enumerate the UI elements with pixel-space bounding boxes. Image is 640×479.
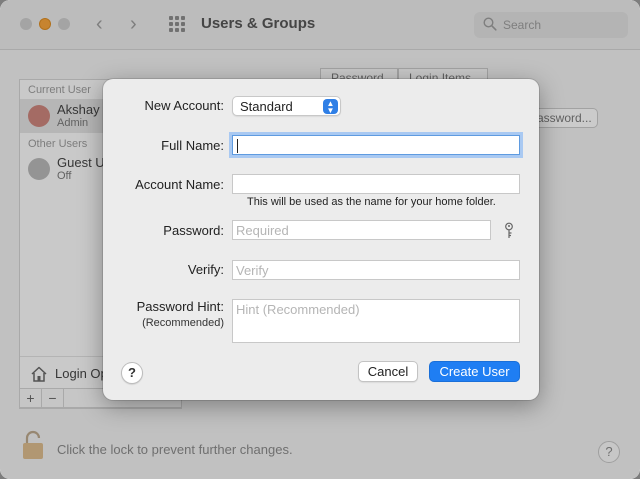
text-caret bbox=[237, 139, 238, 153]
password-placeholder: Required bbox=[236, 223, 289, 238]
verify-field[interactable]: Verify bbox=[232, 260, 520, 280]
verify-placeholder: Verify bbox=[236, 263, 269, 278]
hint-placeholder: Hint (Recommended) bbox=[236, 302, 360, 317]
help-button[interactable]: ? bbox=[121, 362, 143, 384]
up-down-chevron-icon: ▲ ▼ bbox=[323, 99, 338, 115]
full-name-label: Full Name: bbox=[161, 138, 224, 153]
new-account-label: New Account: bbox=[144, 98, 225, 113]
account-type-value: Standard bbox=[240, 99, 293, 114]
account-name-label: Account Name: bbox=[135, 177, 224, 192]
key-icon[interactable] bbox=[503, 222, 515, 240]
cancel-button[interactable]: Cancel bbox=[358, 361, 418, 382]
create-user-button[interactable]: Create User bbox=[429, 361, 520, 382]
hint-label: Password Hint: bbox=[136, 299, 224, 314]
password-field[interactable]: Required bbox=[232, 220, 491, 240]
hint-sublabel: (Recommended) bbox=[142, 317, 224, 329]
account-name-note: This will be used as the name for your h… bbox=[247, 196, 496, 208]
account-type-popup[interactable]: Standard ▲ ▼ bbox=[232, 96, 341, 116]
account-name-field[interactable] bbox=[232, 174, 520, 194]
hint-field[interactable]: Hint (Recommended) bbox=[232, 299, 520, 343]
password-label: Password: bbox=[163, 223, 224, 238]
full-name-field[interactable] bbox=[232, 135, 520, 155]
new-user-sheet: New Account: Standard ▲ ▼ Full Name: Acco… bbox=[103, 79, 539, 400]
verify-label: Verify: bbox=[187, 262, 224, 277]
